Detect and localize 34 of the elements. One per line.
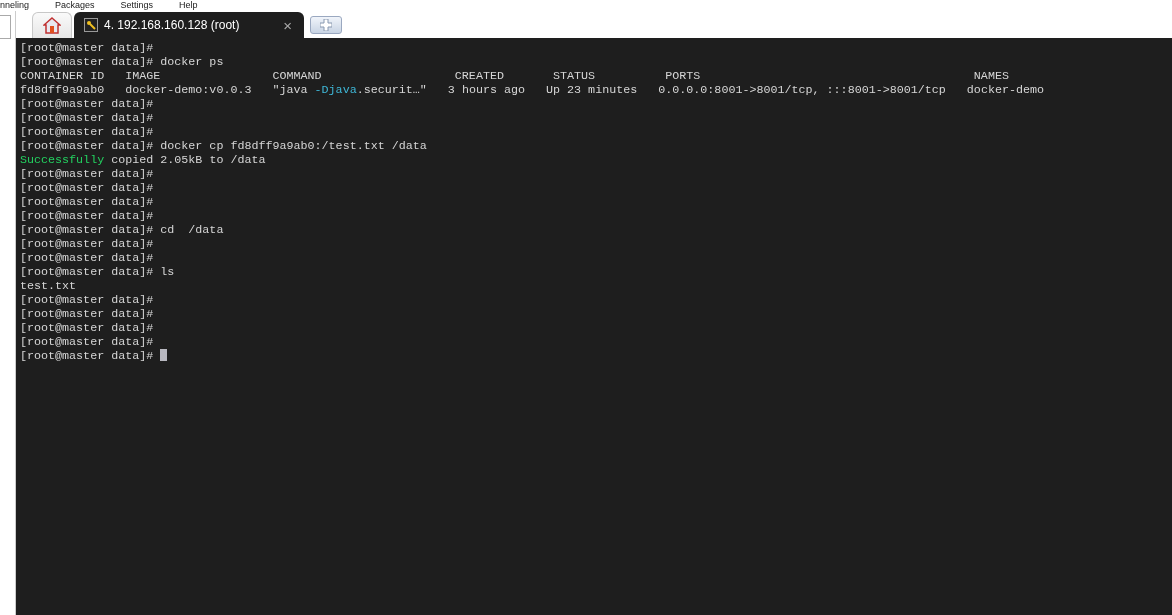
terminal-line: [root@master data]#	[20, 321, 155, 335]
menu-item[interactable]: nneling	[0, 0, 30, 11]
terminal-line: [root@master data]#	[20, 111, 155, 125]
terminal-line: [root@master data]# cd /data	[20, 223, 225, 237]
home-icon	[43, 17, 61, 34]
terminal-line: [root@master data]#	[20, 209, 155, 223]
terminal-line: [root@master data]#	[20, 125, 155, 139]
terminal-line: [root@master data]#	[20, 41, 155, 55]
terminal-line: Successfully copied 2.05kB to /data	[20, 153, 267, 167]
terminal-line: [root@master data]# ls	[20, 265, 176, 279]
terminal-line: CONTAINER ID IMAGE COMMAND CREATED STATUS PORTS NAMES	[20, 69, 1010, 83]
terminal-line: test.txt	[20, 279, 78, 293]
terminal-line: [root@master data]# docker ps	[20, 55, 225, 69]
terminal-line: [root@master data]#	[20, 237, 155, 251]
home-tab[interactable]	[32, 12, 72, 38]
terminal-line: [root@master data]#	[20, 97, 155, 111]
new-tab-button[interactable]	[310, 16, 342, 34]
menu-item[interactable]: Packages	[55, 0, 95, 11]
menu-item[interactable]: Help	[179, 0, 198, 11]
key-icon	[84, 18, 98, 32]
terminal-line: [root@master data]#	[20, 251, 155, 265]
add-icon	[320, 19, 332, 31]
terminal-line: fd8dff9a9ab0 docker-demo:v0.0.3 "java -Djava.securit…" 3 hours ago Up 23 minutes 0.0.0.0:8001->8001/tcp, :::8001->8001/tcp docker-demo	[20, 83, 1045, 97]
terminal-line: [root@master data]#	[20, 293, 155, 307]
terminal-line: [root@master data]#	[20, 181, 155, 195]
terminal-line: [root@master data]#	[20, 167, 155, 181]
menu-item[interactable]: Settings	[120, 0, 154, 11]
terminal-line: [root@master data]# docker cp fd8dff9a9ab0:/test.txt /data	[20, 139, 428, 153]
close-button[interactable]: ×	[283, 16, 292, 34]
terminal-line: [root@master data]#	[20, 349, 1168, 363]
terminal-line: [root@master data]#	[20, 307, 155, 321]
terminal-line: [root@master data]#	[20, 195, 155, 209]
session-tab[interactable]: 4. 192.168.160.128 (root) ×	[74, 12, 304, 38]
terminal-line: [root@master data]#	[20, 335, 155, 349]
